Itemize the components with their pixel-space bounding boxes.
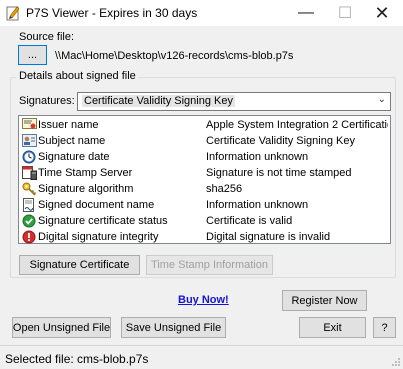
source-file-path: \\Mac\Home\Desktop\v126-records\cms-blob… [55,50,294,62]
certificate-icon [21,117,37,132]
source-file-label: Source file: [19,31,75,43]
exit-button[interactable]: Exit [299,317,366,338]
list-item[interactable]: Signature date Information unknown [19,149,390,165]
status-text: Selected file: cms-blob.p7s [5,352,149,366]
list-item[interactable]: Digital signature integrity Digital sign… [19,229,390,245]
signatures-label: Signatures: [19,95,75,107]
chevron-down-icon: ⌄ [377,94,386,105]
resize-grip-icon[interactable] [391,357,401,367]
open-unsigned-file-button[interactable]: Open Unsigned File [12,317,111,338]
user-card-icon [21,133,37,148]
help-button[interactable]: ? [373,317,396,338]
list-item[interactable]: Issuer name Apple System Integration 2 C… [19,117,390,133]
app-pen-icon [6,6,20,21]
close-button[interactable]: ✕ [364,0,400,26]
save-unsigned-file-button[interactable]: Save Unsigned File [121,317,226,338]
list-item[interactable]: Time Stamp Server Signature is not time … [19,165,390,181]
error-icon [21,229,37,244]
key-icon [21,181,37,196]
buy-now-link[interactable]: Buy Now! [178,294,229,306]
calendar-server-icon [21,165,37,180]
status-bar: Selected file: cms-blob.p7s [0,345,403,369]
list-item[interactable]: Signature algorithm sha256 [19,181,390,197]
register-now-button[interactable]: Register Now [282,290,367,311]
signatures-selected: Certificate Validity Signing Key [82,95,235,107]
minimize-button[interactable]: — [288,0,324,26]
browse-button[interactable]: ... [18,45,47,65]
signatures-dropdown[interactable]: Certificate Validity Signing Key ⌄ [77,92,391,111]
signature-certificate-button[interactable]: Signature Certificate [19,255,140,275]
list-item[interactable]: Signed document name Information unknown [19,197,390,213]
list-item[interactable]: Subject name Certificate Validity Signin… [19,133,390,149]
maximize-button[interactable]: ☐ [327,0,363,26]
list-item[interactable]: Signature certificate status Certificate… [19,213,390,229]
details-list[interactable]: Issuer name Apple System Integration 2 C… [18,115,391,244]
window-title: P7S Viewer - Expires in 30 days [26,6,198,20]
check-icon [21,213,37,228]
signed-document-icon [21,197,37,212]
title-bar: P7S Viewer - Expires in 30 days — ☐ ✕ [0,0,403,26]
time-stamp-information-button[interactable]: Time Stamp Information [146,255,273,275]
details-group-title: Details about signed file [16,70,139,82]
clock-icon [21,149,37,164]
